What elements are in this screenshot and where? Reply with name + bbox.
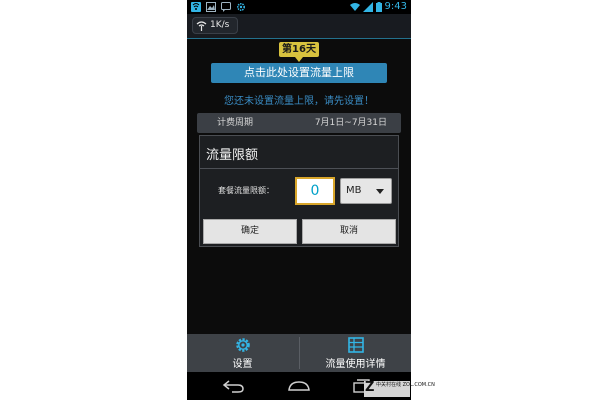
dropdown-arrow-icon — [376, 189, 384, 194]
limit-input[interactable] — [295, 177, 335, 205]
ok-button[interactable]: 确定 — [203, 219, 297, 244]
back-icon[interactable] — [221, 378, 247, 394]
settings-gear-icon — [236, 2, 246, 12]
limit-label: 套餐流量限额： — [218, 186, 274, 195]
hint-text: 您还未设置流量上限，请先设置！ — [224, 96, 374, 107]
billing-period-label: 计费周期 — [217, 118, 254, 128]
header-divider — [187, 38, 411, 39]
list-icon — [348, 337, 364, 353]
tab-settings[interactable]: 设置 — [187, 334, 298, 372]
tab-usage-label: 流量使用详情 — [325, 359, 386, 370]
billing-period-value: 7月1日~7月31日 — [314, 118, 387, 128]
wifi-icon — [350, 3, 360, 11]
set-limit-banner[interactable]: 点击此处设置流量上限 — [211, 63, 387, 83]
speed-indicator[interactable]: 1K/s — [192, 17, 238, 34]
status-bar: 9:43 — [187, 0, 411, 14]
day-count-badge: 第16天 — [279, 42, 319, 57]
battery-icon — [376, 2, 382, 12]
traffic-limit-dialog: 流量限额 套餐流量限额： MB 确定 取消 — [199, 135, 399, 247]
watermark-text: 中关村在线 ZOL.COM.CN — [376, 382, 435, 388]
speed-icon — [196, 21, 207, 31]
cancel-button[interactable]: 取消 — [302, 219, 396, 244]
tab-settings-label: 设置 — [232, 359, 253, 370]
home-icon[interactable] — [286, 378, 312, 394]
signal-icon — [363, 2, 373, 12]
dialog-divider — [200, 168, 398, 169]
status-time: 9:43 — [384, 1, 407, 12]
unit-value: MB — [346, 185, 362, 196]
tab-usage-details[interactable]: 流量使用详情 — [300, 334, 411, 372]
phone-screen: 9:43 1K/s 第16天 点击此处设置流量上限 您还未设置流量上限，请先设置… — [187, 0, 411, 400]
billing-period-row: 计费周期 7月1日~7月31日 — [197, 113, 401, 133]
dialog-title: 流量限额 — [206, 148, 259, 163]
chat-icon — [221, 2, 231, 12]
watermark-letter: Z — [365, 380, 375, 395]
speed-text: 1K/s — [210, 20, 230, 30]
image-icon — [206, 2, 216, 12]
bottom-tab-bar: 设置 流量使用详情 — [187, 334, 411, 372]
notification-icon — [191, 2, 201, 12]
unit-select[interactable]: MB — [340, 178, 392, 204]
speed-bar: 1K/s — [187, 14, 411, 38]
watermark-logo: Z 中关村在线 ZOL.COM.CN — [364, 380, 435, 397]
gear-icon — [236, 338, 250, 352]
day-badge-pointer — [295, 57, 303, 62]
